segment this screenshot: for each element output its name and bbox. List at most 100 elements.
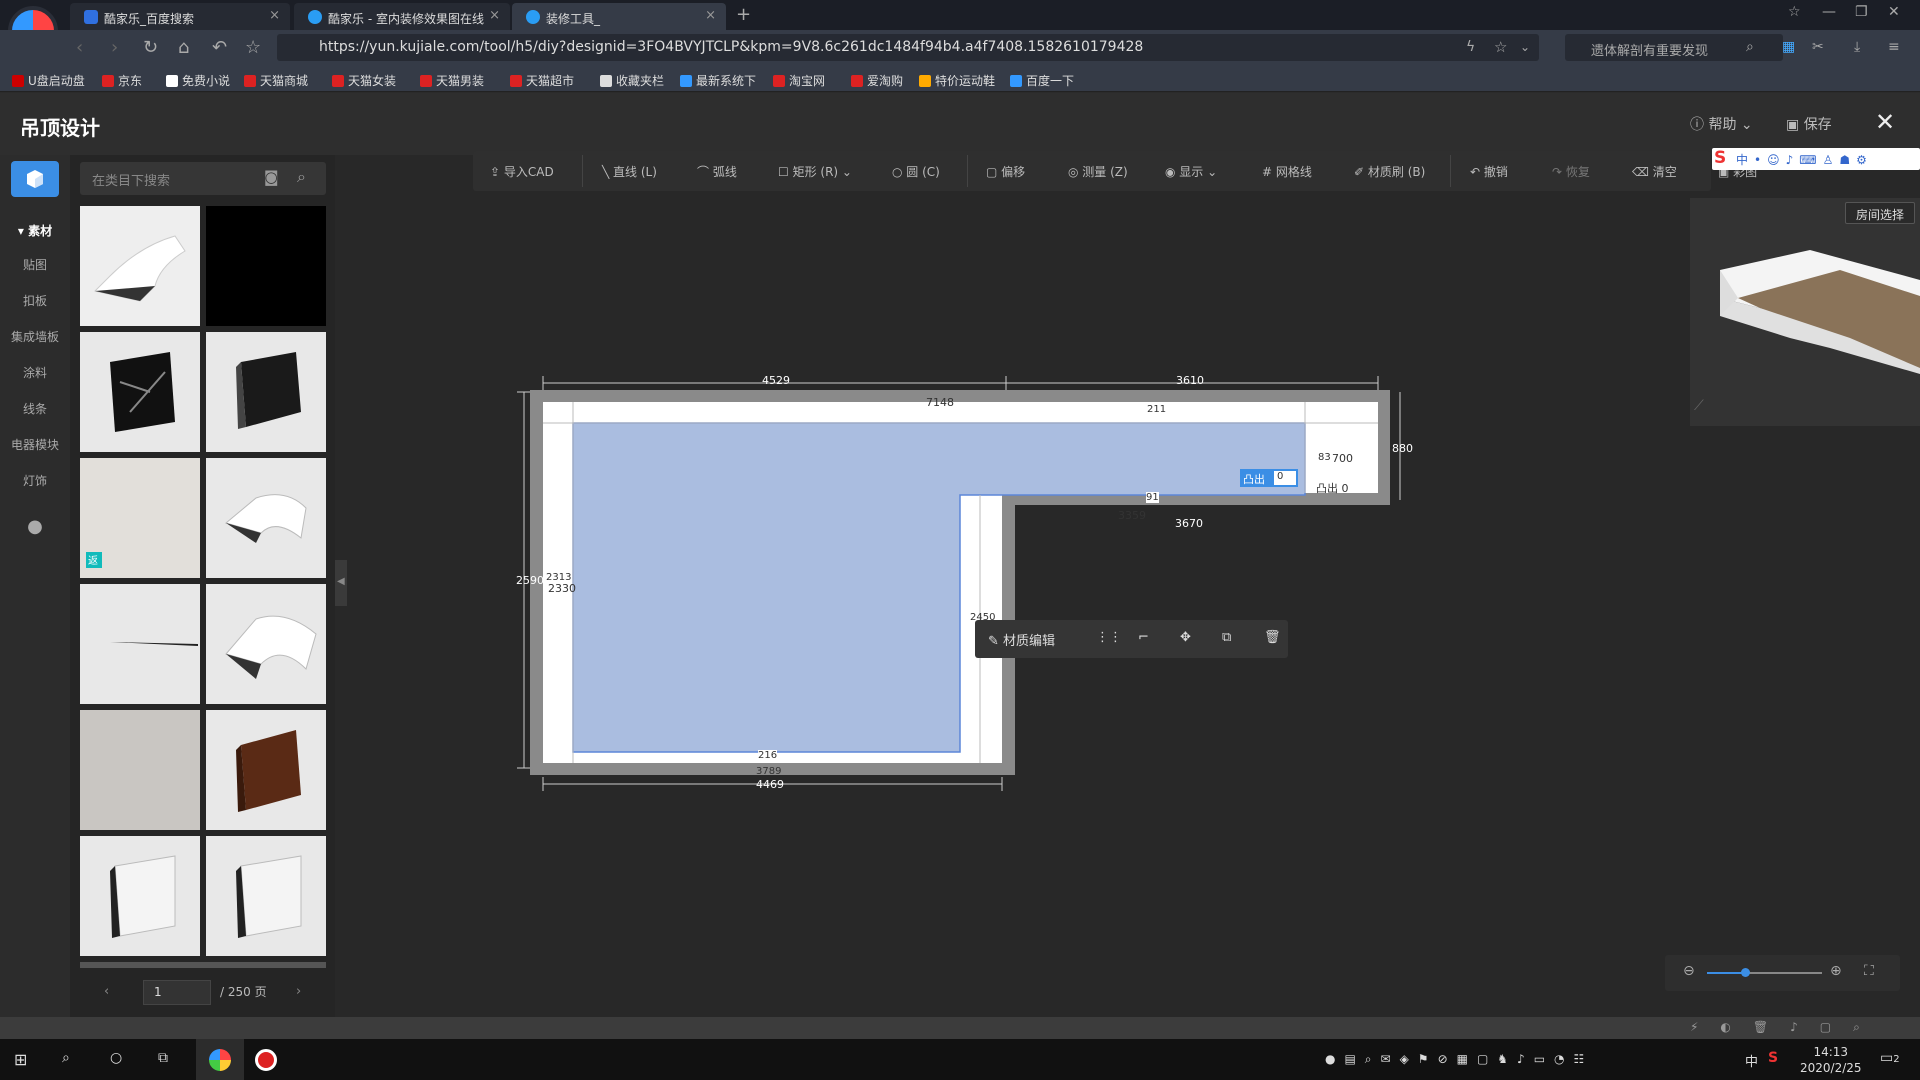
material-thumb-baseboard-black[interactable]	[206, 332, 326, 452]
ceiling-floor-plan[interactable]	[500, 360, 1420, 800]
import-cad-button[interactable]: ⇪ 导入CAD	[490, 163, 554, 180]
redo-button[interactable]: ↷ 恢复	[1552, 163, 1590, 180]
clear-button[interactable]: ⌫ 清空	[1632, 163, 1677, 180]
grid-dots-icon[interactable]: ⋮⋮	[1096, 630, 1122, 645]
material-thumb-crown-2[interactable]	[206, 584, 326, 704]
next-page-icon[interactable]: ›	[296, 984, 301, 999]
material-thumb-black[interactable]	[206, 206, 326, 326]
download-icon[interactable]: ⤓	[1854, 39, 1860, 55]
bookmark-item[interactable]: 天猫男装	[420, 72, 484, 89]
browser-tab-active[interactable]: 装修工具_ ×	[512, 3, 726, 30]
undo-button[interactable]: ↶ 撤销	[1470, 163, 1508, 180]
display-button[interactable]: ◉ 显示 ⌄	[1165, 163, 1217, 180]
zoom-out-icon[interactable]: ⊖	[1683, 963, 1695, 979]
line-tool-button[interactable]: ╲ 直线 (L)	[602, 163, 657, 180]
page-input[interactable]: 1	[143, 980, 211, 1005]
bookmark-item[interactable]: 最新系统下	[680, 72, 756, 89]
collapse-panel-icon[interactable]: ◀	[335, 560, 347, 606]
cortana-icon[interactable]: ○	[110, 1050, 122, 1066]
material-thumb-white-base[interactable]	[80, 836, 200, 956]
nav-item-wallboard[interactable]: 集成墙板	[0, 328, 70, 345]
help-button[interactable]: ⓘ 帮助 ⌄	[1690, 114, 1753, 134]
offset-tool-button[interactable]: ▢ 偏移	[986, 163, 1025, 180]
bookmark-item[interactable]: 淘宝网	[773, 72, 825, 89]
close-window-icon[interactable]: ✕	[1888, 4, 1900, 20]
material-thumb-white-base-2[interactable]	[206, 836, 326, 956]
copy-icon[interactable]: ⧉	[1222, 630, 1231, 645]
close-tab-icon[interactable]: ×	[705, 8, 716, 23]
close-tab-icon[interactable]: ×	[489, 8, 500, 23]
nav-item-appliance[interactable]: 电器模块	[0, 436, 70, 453]
material-thumb-plain[interactable]: 返	[80, 458, 200, 578]
bookmark-item[interactable]: 天猫超市	[510, 72, 574, 89]
resize-handle-icon[interactable]: ⟋	[1694, 398, 1704, 414]
material-thumb-marble-black[interactable]	[80, 332, 200, 452]
lightning-icon[interactable]: ϟ	[1466, 39, 1475, 55]
notification-icon[interactable]: ▭2	[1880, 1050, 1900, 1066]
room-select-button[interactable]: 房间选择	[1845, 202, 1915, 224]
camera-icon[interactable]: ◙	[264, 168, 279, 186]
status-icons[interactable]: ⚡◐🗑♪▢⌕	[1690, 1020, 1882, 1035]
bookmark-item[interactable]: 收藏夹栏	[600, 72, 664, 89]
browser-tab[interactable]: 酷家乐 - 室内装修效果图在线 ×	[294, 3, 510, 30]
sogou-tray-icon[interactable]: S	[1768, 1050, 1778, 1066]
bookmark-item[interactable]: 爱淘购	[851, 72, 903, 89]
close-icon[interactable]: ✕	[1875, 108, 1895, 136]
bookmark-item[interactable]: 京东	[102, 72, 142, 89]
zoom-slider-handle[interactable]	[1741, 968, 1750, 977]
material-thumb-crown[interactable]	[206, 458, 326, 578]
search-icon[interactable]: ⌕	[62, 1050, 70, 1066]
restore-icon[interactable]: ❐	[1855, 4, 1868, 20]
nav-item-lighting[interactable]: 灯饰	[0, 472, 70, 489]
save-button[interactable]: ▣ 保存	[1786, 114, 1832, 134]
prev-page-icon[interactable]: ‹	[104, 984, 109, 999]
home-icon[interactable]: ⌂	[178, 37, 189, 58]
material-edit-button[interactable]: ✎ 材质编辑	[988, 630, 1055, 649]
star-icon[interactable]: ☆	[245, 37, 261, 58]
search-icon[interactable]: ⌕	[297, 167, 306, 187]
nav-item-paint[interactable]: 涂料	[0, 364, 70, 381]
recorder-icon[interactable]	[255, 1049, 277, 1071]
browser-taskbar-item[interactable]	[196, 1039, 244, 1080]
search-input[interactable]: 在类目下搜索	[80, 162, 326, 195]
system-tray-icons[interactable]: ●▤⌕✉◈⚑⊘▦▢♞♪▭◔☷	[1325, 1052, 1593, 1067]
new-tab-icon[interactable]: +	[736, 4, 751, 25]
rect-tool-button[interactable]: ☐ 矩形 (R) ⌄	[778, 163, 852, 180]
nav-item-panel[interactable]: 扣板	[0, 292, 70, 309]
material-cube-button[interactable]	[11, 161, 59, 197]
minimize-icon[interactable]: —	[1822, 4, 1836, 20]
apps-icon[interactable]: ▦	[1782, 39, 1795, 55]
scissors-icon[interactable]: ✂	[1812, 39, 1824, 55]
undo-close-icon[interactable]: ↶	[212, 37, 227, 58]
url-input[interactable]: https://yun.kujiale.com/tool/h5/diy?desi…	[277, 34, 1539, 61]
nav-item-texture[interactable]: 贴图	[0, 256, 70, 273]
ime-indicator[interactable]: 中	[1745, 1051, 1758, 1070]
material-brush-button[interactable]: ✐ 材质刷 (B)	[1354, 163, 1425, 180]
back-icon[interactable]: ‹	[76, 37, 83, 58]
forward-icon[interactable]: ›	[111, 37, 118, 58]
nav-item-lines[interactable]: 线条	[0, 400, 70, 417]
reload-icon[interactable]: ↻	[143, 37, 158, 58]
grid-button[interactable]: # 网格线	[1262, 163, 1312, 180]
extrude-input[interactable]: 0	[1274, 471, 1296, 485]
bookmark-item[interactable]: 特价运动鞋	[919, 72, 995, 89]
task-view-icon[interactable]: ⧉	[158, 1050, 168, 1066]
windows-start-icon[interactable]: ⊞	[14, 1050, 27, 1069]
fit-screen-icon[interactable]: ⛶	[1864, 963, 1874, 979]
zoom-in-icon[interactable]: ⊕	[1830, 963, 1842, 979]
ime-floating-bar[interactable]: S 中•☺♪⌨♙☗⚙	[1712, 148, 1920, 170]
curve-icon[interactable]: ⌐	[1138, 630, 1149, 645]
circle-tool-button[interactable]: ○ 圆 (C)	[892, 163, 940, 180]
bookmark-item[interactable]: 百度一下	[1010, 72, 1074, 89]
chevron-down-icon[interactable]: ⌄	[1520, 40, 1530, 54]
arc-tool-button[interactable]: ⌒ 弧线	[697, 163, 737, 180]
bookmark-icon[interactable]: ☆	[1788, 4, 1801, 20]
search-icon[interactable]: ⌕	[1746, 39, 1754, 55]
favorite-icon[interactable]: ☆	[1494, 38, 1507, 56]
measure-tool-button[interactable]: ◎ 测量 (Z)	[1068, 163, 1128, 180]
bookmark-item[interactable]: 天猫商城	[244, 72, 308, 89]
bookmark-item[interactable]: U盘启动盘	[12, 72, 85, 89]
3d-preview[interactable]: ⟋	[1690, 198, 1920, 426]
material-thumb-wood-baseboard[interactable]	[206, 710, 326, 830]
material-thumb-grey[interactable]	[80, 710, 200, 830]
